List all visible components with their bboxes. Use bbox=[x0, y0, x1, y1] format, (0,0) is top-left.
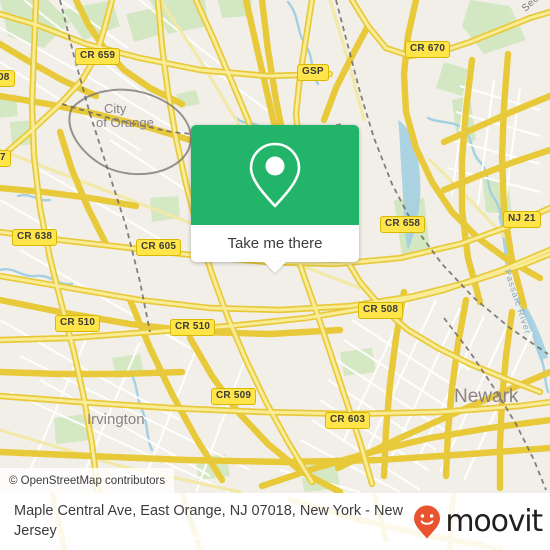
road-shield: 08 bbox=[0, 70, 15, 87]
screenshot-root: CR 659 CR 670 GSP 08 7 CR 658 NJ 21 CR 6… bbox=[0, 0, 550, 550]
footer-bar: Maple Central Ave, East Orange, NJ 07018… bbox=[0, 493, 550, 550]
attribution-text: © OpenStreetMap contributors bbox=[9, 474, 166, 487]
popup-image-area bbox=[191, 125, 359, 225]
road-shield: CR 605 bbox=[136, 239, 182, 256]
moovit-brand[interactable]: moovit bbox=[412, 504, 543, 540]
road-shield: CR 658 bbox=[380, 216, 426, 233]
road-shield: CR 638 bbox=[12, 229, 58, 246]
road-shield: CR 510 bbox=[55, 315, 101, 332]
place-label-irvington: Irvington bbox=[87, 411, 145, 428]
map-attribution[interactable]: © OpenStreetMap contributors bbox=[0, 468, 175, 493]
road-shield: NJ 21 bbox=[503, 211, 541, 228]
road-shield: CR 509 bbox=[211, 388, 257, 405]
place-label-newark: Newark bbox=[454, 386, 519, 407]
popup-pointer-tail bbox=[264, 262, 286, 273]
road-shield: CR 659 bbox=[75, 48, 121, 65]
road-shield: CR 508 bbox=[358, 302, 404, 319]
location-title: Maple Central Ave, East Orange, NJ 07018… bbox=[14, 503, 404, 539]
place-label-city-of-orange: City bbox=[104, 101, 127, 116]
take-me-there-label: Take me there bbox=[227, 235, 323, 252]
place-label-city-of-orange-line2: of Orange bbox=[96, 115, 154, 130]
moovit-pin-icon bbox=[414, 505, 441, 539]
road-shield: GSP bbox=[297, 64, 329, 81]
road-shield: CR 670 bbox=[405, 41, 451, 58]
map-canvas[interactable]: CR 659 CR 670 GSP 08 7 CR 658 NJ 21 CR 6… bbox=[0, 0, 550, 493]
moovit-wordmark: moovit bbox=[445, 504, 543, 539]
popup-cta-bar[interactable]: Take me there bbox=[191, 225, 359, 262]
map-popup[interactable]: Take me there bbox=[191, 125, 359, 273]
road-shield: CR 510 bbox=[170, 319, 216, 336]
road-shield: 7 bbox=[0, 150, 11, 167]
map-pin-icon bbox=[249, 142, 301, 208]
road-shield: CR 603 bbox=[325, 412, 371, 429]
